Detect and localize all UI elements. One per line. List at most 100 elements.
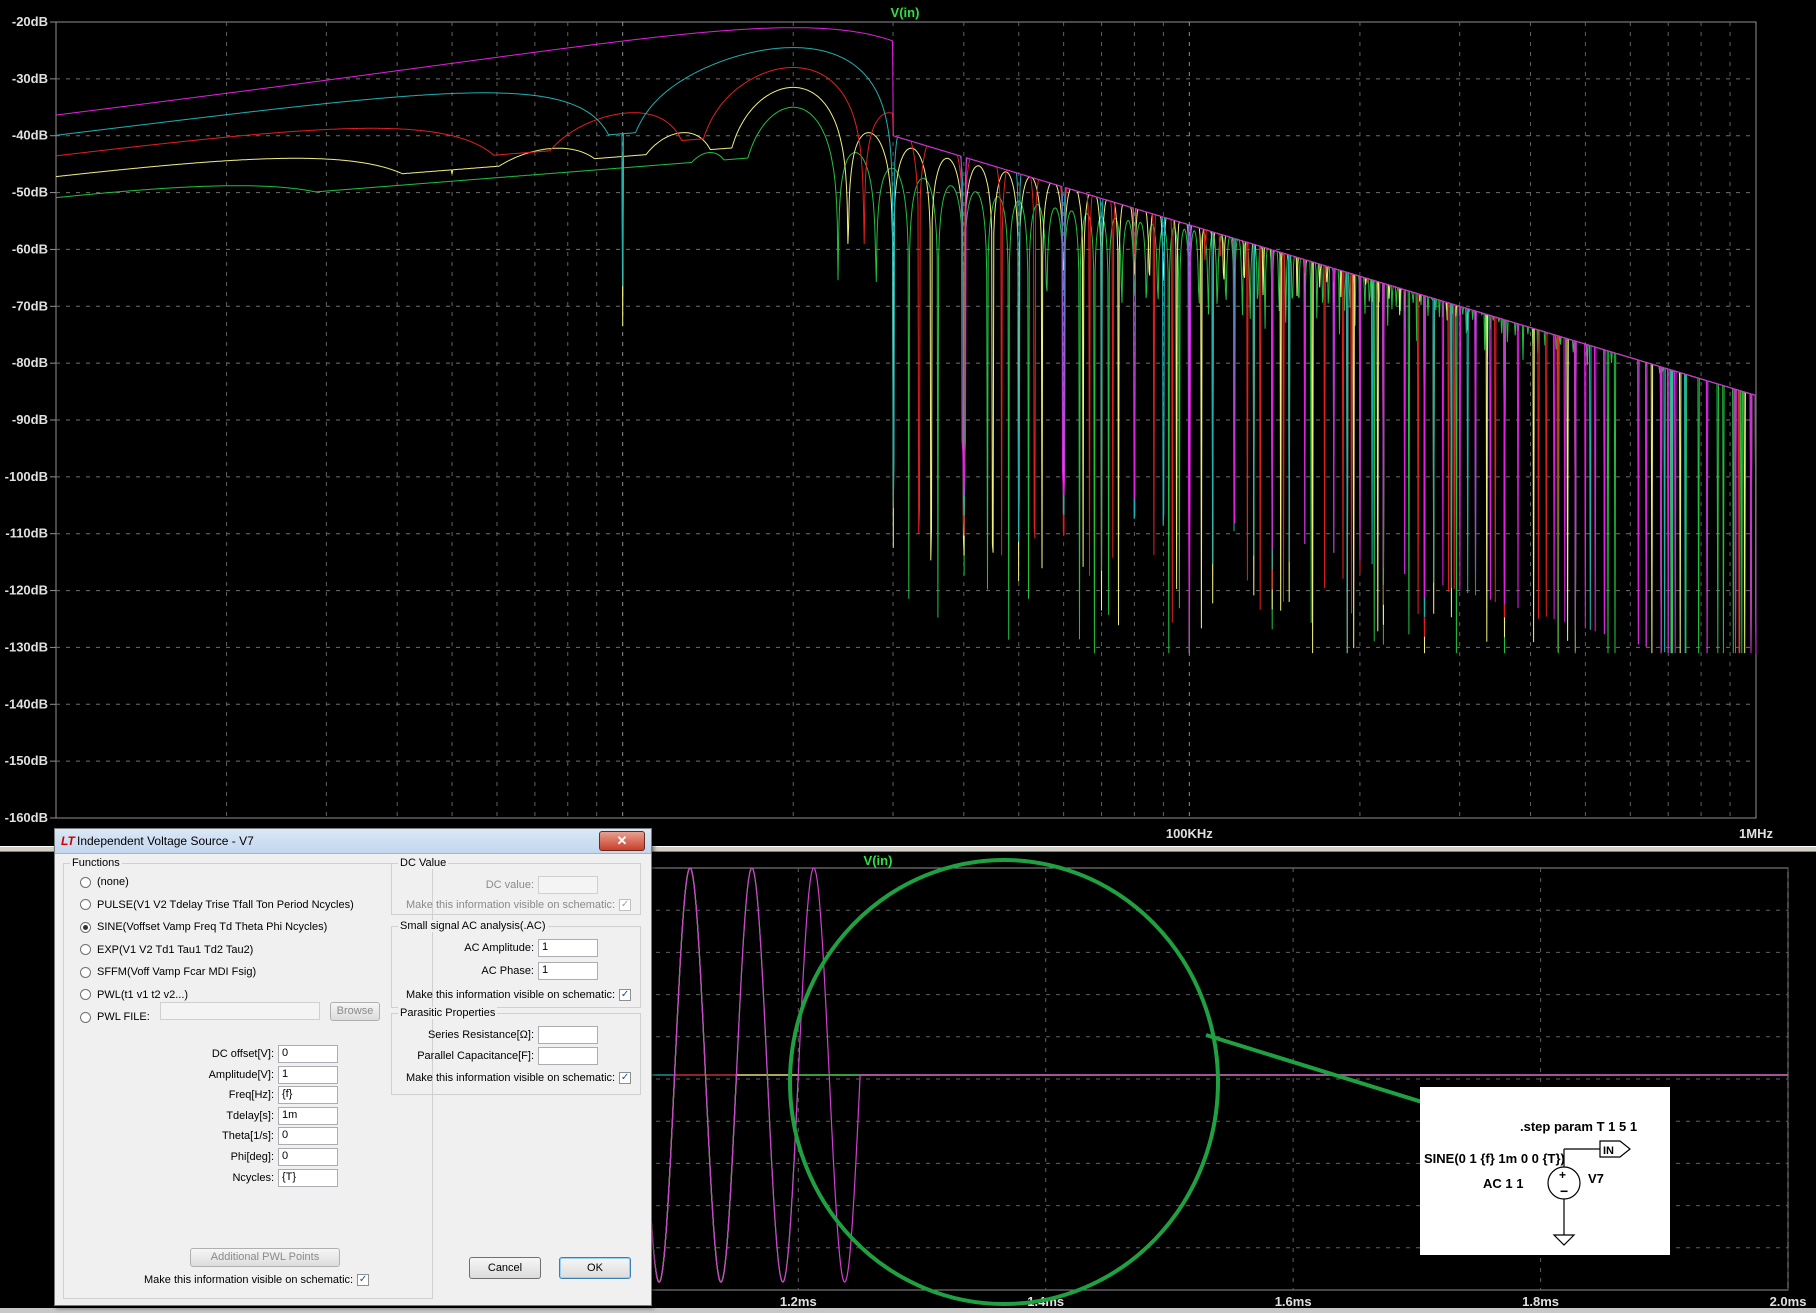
- function-option[interactable]: SFFM(Voff Vamp Fcar MDI Fsig): [80, 964, 256, 980]
- parasitic-visible-checkbox[interactable]: ✓: [619, 1072, 632, 1084]
- transient-trace-label[interactable]: V(in): [864, 853, 893, 868]
- sine-param-input[interactable]: 0: [278, 1148, 338, 1166]
- series-res-input[interactable]: [538, 1026, 598, 1044]
- sine-param-row: Theta[1/s]: 0: [124, 1127, 338, 1146]
- ac-plot-grid: [50, 21, 1757, 819]
- function-option[interactable]: EXP(V1 V2 Td1 Tau1 Td2 Tau2): [80, 942, 253, 958]
- y-tick-label: -120dB: [5, 583, 48, 598]
- function-option[interactable]: SINE(Voffset Vamp Freq Td Theta Phi Ncyc…: [80, 919, 327, 935]
- sine-param-input[interactable]: {T}: [278, 1168, 338, 1187]
- sine-param-label: Freq[Hz]:: [228, 1089, 274, 1102]
- function-radio[interactable]: [80, 966, 91, 978]
- parasitic-group: Parasitic Properties Series Resistance[Ω…: [391, 1007, 641, 1095]
- function-option[interactable]: (none): [80, 874, 129, 890]
- function-label: (none): [97, 876, 129, 888]
- function-option[interactable]: PWL FILE:: [80, 1009, 150, 1025]
- ltspice-logo-icon: LT: [61, 834, 75, 848]
- functions-visible-row: Make this information visible on schemat…: [144, 1272, 370, 1288]
- sine-param-input[interactable]: {f}: [278, 1086, 338, 1105]
- pwl-file-input[interactable]: [160, 1002, 320, 1020]
- ac-phase-label: AC Phase:: [481, 965, 534, 977]
- dc-value-input[interactable]: [538, 876, 598, 894]
- function-option[interactable]: PWL(t1 v1 t2 v2...): [80, 987, 188, 1003]
- ac-analysis-group: Small signal AC analysis(.AC) AC Amplitu…: [391, 920, 641, 1008]
- plus-sign: +: [1559, 1168, 1566, 1182]
- y-tick-label: -30dB: [12, 71, 48, 86]
- sine-param-label: Amplitude[V]:: [208, 1068, 274, 1081]
- function-label: PWL(t1 v1 t2 v2...): [97, 988, 189, 1001]
- parallel-cap-input[interactable]: [538, 1047, 598, 1065]
- sine-param-label: Tdelay[s]:: [226, 1109, 274, 1122]
- functions-visible-checkbox[interactable]: ✓: [357, 1274, 370, 1286]
- function-label: PWL FILE:: [97, 1011, 150, 1023]
- schematic-drawing: .step param T 1 5 1 SINE(0 1 {f} 1m 0 0 …: [1424, 1119, 1637, 1246]
- dc-visible-label: Make this information visible on schemat…: [406, 899, 616, 911]
- function-radio[interactable]: [80, 944, 91, 955]
- dialog-title: Independent Voltage Source - V7: [77, 834, 254, 848]
- ground-icon: [1552, 1234, 1576, 1246]
- close-button[interactable]: ✕: [599, 831, 645, 851]
- sine-param-input[interactable]: 0: [278, 1045, 338, 1063]
- y-tick-label: -60dB: [12, 241, 48, 256]
- ac-bode-plot[interactable]: -20dB -30dB -40dB -50dB -60dB -70dB -80dB -90dB…: [0, 0, 1816, 846]
- dc-value-row: DC value:: [396, 876, 598, 894]
- voltage-source-dialog: LT Independent Voltage Source - V7 ✕ Fun…: [54, 828, 652, 1306]
- ac-trace-series: [55, 47, 1757, 654]
- y-tick-label: -100dB: [5, 469, 48, 484]
- y-tick-label: -130dB: [5, 639, 48, 654]
- x-tick-label: 100KHz: [1166, 826, 1213, 841]
- x-tick-label: 2.0ms: [1770, 1294, 1807, 1308]
- ac-visible-label: Make this information visible on schemat…: [406, 989, 616, 1001]
- y-tick-label: -20dB: [12, 14, 48, 29]
- parasitic-group-label: Parasitic Properties: [398, 1007, 498, 1019]
- ok-button[interactable]: OK: [559, 1257, 631, 1279]
- function-label: SINE(Voffset Vamp Freq Td Theta Phi Ncyc…: [97, 921, 328, 933]
- sine-param-row: DC offset[V]: 0: [124, 1045, 338, 1063]
- y-tick-label: -80dB: [12, 355, 48, 370]
- sine-param-label: Theta[1/s]:: [222, 1130, 274, 1143]
- dc-visible-checkbox[interactable]: ✓: [619, 899, 632, 911]
- x-tick-label: 1MHz: [1739, 826, 1773, 841]
- browse-button[interactable]: Browse: [330, 1001, 380, 1021]
- highlight-ellipse: [788, 858, 1220, 1306]
- ac-phase-input[interactable]: 1: [538, 962, 598, 980]
- parallel-cap-row: Parallel Capacitance[F]:: [396, 1047, 598, 1065]
- sine-param-input[interactable]: 0: [278, 1127, 338, 1146]
- sine-param-row: Ncycles: {T}: [124, 1168, 338, 1187]
- ac-trace-label[interactable]: V(in): [891, 5, 920, 20]
- function-radio[interactable]: [80, 989, 91, 1000]
- sine-param-label: DC offset[V]:: [211, 1048, 274, 1060]
- series-res-row: Series Resistance[Ω]:: [396, 1026, 598, 1044]
- ac-amplitude-input[interactable]: 1: [538, 939, 598, 957]
- ac-amplitude-label: AC Amplitude:: [464, 942, 534, 954]
- function-option[interactable]: PULSE(V1 V2 Tdelay Trise Tfall Ton Perio…: [80, 897, 354, 913]
- function-radio[interactable]: [80, 1011, 91, 1023]
- cancel-button[interactable]: Cancel: [469, 1257, 541, 1279]
- ac-trace-series: [56, 106, 1757, 654]
- function-radio[interactable]: [80, 899, 91, 910]
- y-tick-label: -70dB: [12, 298, 48, 313]
- minus-sign: −: [1560, 1183, 1568, 1199]
- dc-visible-row: Make this information visible on schemat…: [406, 897, 632, 913]
- sine-param-input[interactable]: 1: [278, 1065, 338, 1084]
- function-radio[interactable]: [80, 921, 91, 933]
- y-tick-label: -140dB: [5, 696, 48, 711]
- source-ac-text: AC 1 1: [1483, 1176, 1523, 1191]
- ac-visible-checkbox[interactable]: ✓: [619, 989, 632, 1001]
- pwl-file-row: Browse: [160, 1001, 380, 1021]
- ac-plot-pane[interactable]: -20dB -30dB -40dB -50dB -60dB -70dB -80dB -90dB…: [0, 0, 1816, 846]
- function-radio[interactable]: [80, 876, 91, 888]
- dialog-titlebar[interactable]: LT Independent Voltage Source - V7 ✕: [55, 829, 651, 854]
- ac-visible-row: Make this information visible on schemat…: [406, 987, 632, 1003]
- sine-param-row: Amplitude[V]: 1: [124, 1065, 338, 1084]
- y-tick-label: -40dB: [12, 128, 48, 143]
- additional-pwl-button[interactable]: Additional PWL Points: [190, 1248, 340, 1267]
- y-tick-label: -90dB: [12, 412, 48, 427]
- sine-param-row: Tdelay[s]: 1m: [124, 1106, 338, 1125]
- sine-param-input[interactable]: 1m: [278, 1106, 338, 1125]
- ac-plot-traces: [55, 27, 1757, 654]
- dc-value-label: DC value:: [485, 879, 534, 891]
- ac-amplitude-row: AC Amplitude: 1: [396, 939, 598, 957]
- net-label: IN: [1603, 1145, 1614, 1157]
- sine-param-label: Ncycles:: [232, 1171, 274, 1184]
